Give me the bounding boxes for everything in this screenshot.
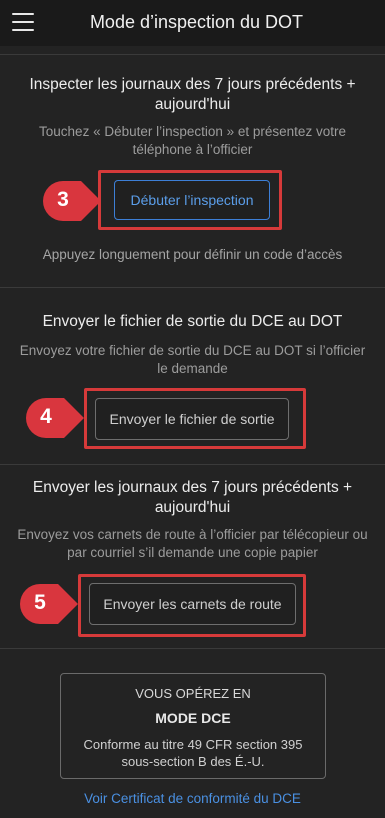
send-logs-section: Envoyer les journaux des 7 jours précéde… (0, 464, 385, 648)
output-section-description: Envoyez votre fichier de sortie du DCE a… (19, 343, 366, 376)
compliance-text: Conforme au titre 49 CFR section 395 sou… (83, 737, 303, 769)
send-output-file-button[interactable]: Envoyer le fichier de sortie (95, 398, 289, 440)
step-5-number: 5 (34, 591, 46, 614)
send-logbooks-button[interactable]: Envoyer les carnets de route (89, 583, 296, 625)
step-3-marker: 3 (41, 179, 105, 223)
step-4-marker: 4 (24, 396, 88, 440)
app-header: Mode d’inspection du DOT (0, 0, 385, 46)
output-section-title: Envoyer le fichier de sortie du DCE au D… (42, 313, 343, 330)
eld-mode-label: MODE DCE (155, 710, 231, 726)
mode-divider (0, 648, 385, 649)
step-3-number: 3 (57, 188, 69, 211)
inspect-section-title: Inspecter les journaux des 7 jours précé… (29, 76, 356, 113)
operating-in-label: VOUS OPÉREZ EN (135, 686, 251, 701)
passcode-hint: Appuyez longuement pour définir un code … (42, 247, 343, 262)
send-output-file-section: Envoyer le fichier de sortie du DCE au D… (0, 287, 385, 464)
step-5-marker: 5 (18, 582, 82, 626)
step-4-number: 4 (40, 405, 52, 428)
send-logs-section-description: Envoyez vos carnets de route à l’officie… (17, 527, 368, 560)
inspect-logs-section: Inspecter les journaux des 7 jours précé… (0, 54, 385, 287)
page-title: Mode d’inspection du DOT (89, 12, 304, 32)
inspect-section-description: Touchez « Débuter l’inspection » et prés… (39, 124, 346, 157)
eld-certificate-link[interactable]: Voir Certificat de conformité du DCE (0, 791, 385, 806)
start-inspection-button[interactable]: Débuter l’inspection (114, 180, 270, 220)
eld-mode-box: VOUS OPÉREZ EN MODE DCE Conforme au titr… (60, 673, 326, 779)
send-logs-section-title: Envoyer les journaux des 7 jours précéde… (32, 479, 353, 516)
